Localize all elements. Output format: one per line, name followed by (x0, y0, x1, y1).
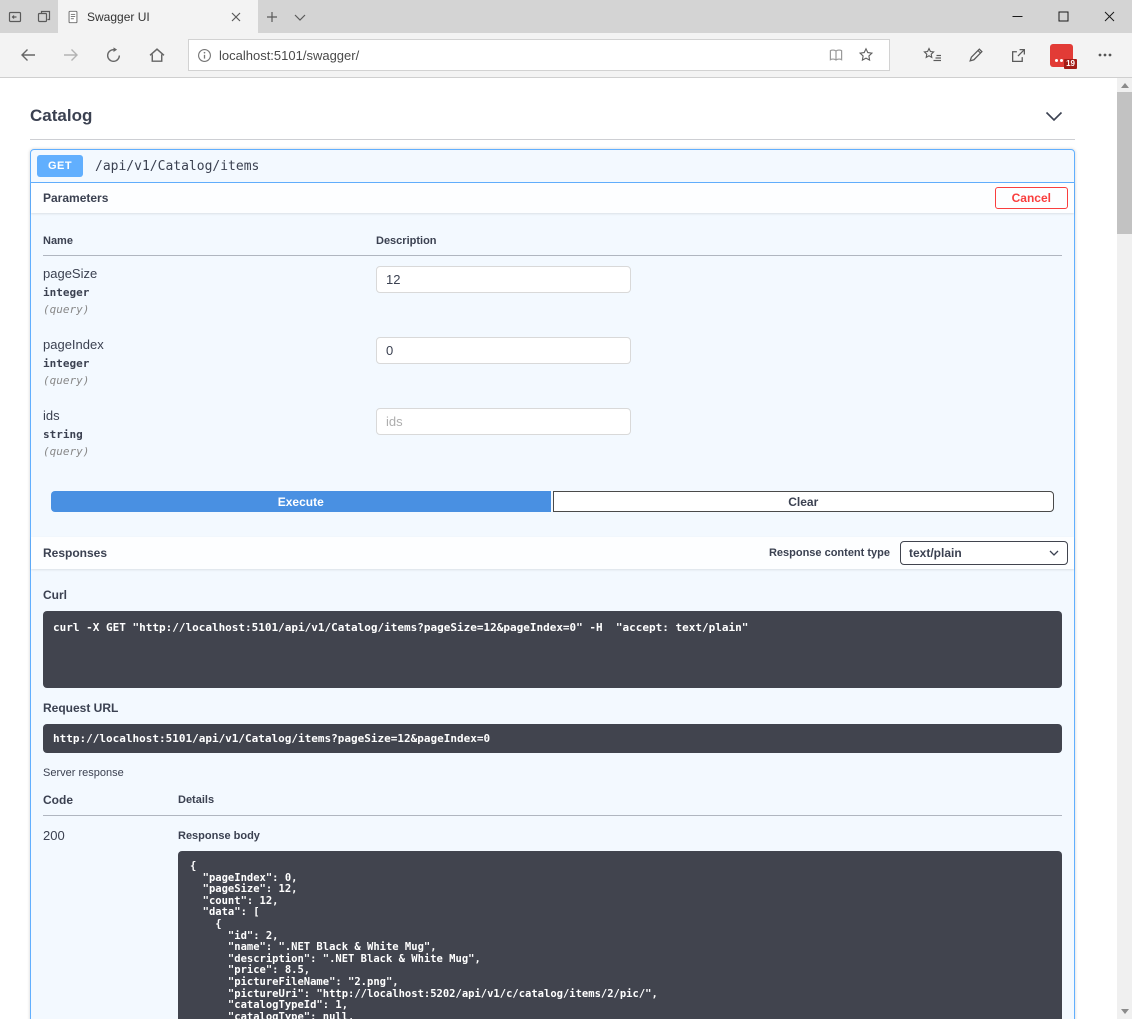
content-type-select[interactable]: text/plain (900, 541, 1068, 565)
parameter-row: pageSize integer (query) (43, 256, 1062, 328)
page-favicon-icon (66, 10, 80, 24)
param-location: (query) (43, 303, 376, 316)
tab-list-chevron-icon[interactable] (286, 0, 314, 33)
operation-path[interactable]: /api/v1/Catalog/items (95, 159, 259, 174)
tag-title: Catalog (30, 106, 92, 126)
tab-title: Swagger UI (87, 10, 215, 24)
parameter-row: pageIndex integer (query) (43, 327, 1062, 398)
param-name: pageSize (43, 266, 376, 281)
response-body[interactable]: { "pageIndex": 0, "pageSize": 12, "count… (178, 851, 1062, 1019)
param-type: integer (43, 357, 376, 370)
parameters-body: Name Description pageSize integer (query… (31, 235, 1074, 537)
chevron-down-icon (1049, 550, 1059, 556)
pageindex-input[interactable] (376, 337, 631, 364)
parameters-header: Parameters Cancel (31, 183, 1074, 213)
scrollbar-down-arrow-icon[interactable] (1117, 1004, 1132, 1019)
new-tab-button[interactable] (258, 0, 286, 33)
reading-view-icon[interactable] (821, 41, 851, 69)
address-bar[interactable]: localhost:5101/swagger/ (188, 39, 890, 71)
browser-window: Swagger UI (0, 0, 1132, 1019)
forward-button[interactable] (49, 35, 92, 75)
responses-body: Curl curl -X GET "http://localhost:5101/… (31, 569, 1074, 1019)
execute-button[interactable]: Execute (51, 491, 551, 512)
cancel-button[interactable]: Cancel (995, 187, 1068, 209)
param-type: integer (43, 286, 376, 299)
ids-input[interactable] (376, 408, 631, 435)
back-button[interactable] (6, 35, 49, 75)
column-header-description: Description (376, 235, 1062, 256)
parameter-row: ids string (query) (43, 398, 1062, 469)
response-content-type: Response content type text/plain (769, 541, 1068, 565)
response-body-label: Response body (178, 830, 1062, 842)
home-button[interactable] (135, 35, 178, 75)
page-content: Catalog GET /api/v1/Catalog/items Parame… (0, 78, 1132, 1019)
window-close-button[interactable] (1086, 0, 1132, 33)
favorites-hub-icon[interactable] (911, 35, 954, 75)
request-url-label: Request URL (43, 701, 1062, 715)
column-header-name: Name (43, 235, 376, 256)
column-header-details: Details (178, 793, 1062, 816)
tag-section-header: Catalog (30, 78, 1075, 140)
parameters-title: Parameters (43, 191, 108, 205)
swagger-page: Catalog GET /api/v1/Catalog/items Parame… (0, 78, 1117, 1019)
param-name: pageIndex (43, 337, 376, 352)
param-location: (query) (43, 374, 376, 387)
server-response-table: Code Details 200 Response body { "pageIn… (43, 793, 1062, 1019)
adblock-extension-icon[interactable]: 19 (1040, 35, 1083, 75)
web-notes-pen-icon[interactable] (954, 35, 997, 75)
url-text[interactable]: localhost:5101/swagger/ (219, 48, 821, 63)
operation-summary[interactable]: GET /api/v1/Catalog/items (31, 150, 1074, 183)
clear-button[interactable]: Clear (553, 491, 1055, 512)
status-code: 200 (43, 828, 178, 843)
navigation-bar: localhost:5101/swagger/ 19 (0, 33, 1132, 78)
curl-command[interactable]: curl -X GET "http://localhost:5101/api/v… (43, 611, 1062, 688)
server-response-label: Server response (43, 767, 1062, 779)
parameters-table: Name Description pageSize integer (query… (43, 235, 1062, 469)
tab-close-icon[interactable] (222, 0, 250, 33)
tabs-preview-icon[interactable] (29, 0, 58, 33)
scrollbar-thumb[interactable] (1117, 92, 1132, 234)
browser-tab[interactable]: Swagger UI (58, 0, 258, 33)
refresh-button[interactable] (92, 35, 135, 75)
set-tabs-aside-icon[interactable] (0, 0, 29, 33)
add-favorite-star-icon[interactable] (851, 41, 881, 69)
collapse-tag-chevron-icon[interactable] (1039, 111, 1069, 122)
share-icon[interactable] (997, 35, 1040, 75)
param-location: (query) (43, 445, 376, 458)
curl-label: Curl (43, 588, 1062, 602)
window-minimize-button[interactable] (994, 0, 1040, 33)
response-row: 200 Response body { "pageIndex": 0, "pag… (43, 816, 1062, 1019)
tab-strip: Swagger UI (0, 0, 1132, 33)
content-type-value: text/plain (909, 546, 962, 560)
extension-badge: 19 (1064, 59, 1077, 69)
responses-title: Responses (43, 546, 107, 560)
response-content-type-label: Response content type (769, 547, 890, 559)
vertical-scrollbar[interactable] (1117, 78, 1132, 1019)
site-info-icon[interactable] (197, 48, 212, 63)
param-name: ids (43, 408, 376, 423)
window-controls (994, 0, 1132, 33)
responses-header: Responses Response content type text/pla… (31, 537, 1074, 569)
settings-ellipsis-icon[interactable] (1083, 35, 1126, 75)
request-url[interactable]: http://localhost:5101/api/v1/Catalog/ite… (43, 724, 1062, 753)
execute-wrapper: Execute Clear (43, 469, 1062, 537)
operation-block: GET /api/v1/Catalog/items Parameters Can… (30, 149, 1075, 1019)
pagesize-input[interactable] (376, 266, 631, 293)
http-method-badge: GET (37, 155, 83, 177)
window-maximize-button[interactable] (1040, 0, 1086, 33)
toolbar-icons: 19 (911, 35, 1126, 75)
scrollbar-up-arrow-icon[interactable] (1117, 78, 1132, 93)
column-header-code: Code (43, 793, 178, 816)
param-type: string (43, 428, 376, 441)
